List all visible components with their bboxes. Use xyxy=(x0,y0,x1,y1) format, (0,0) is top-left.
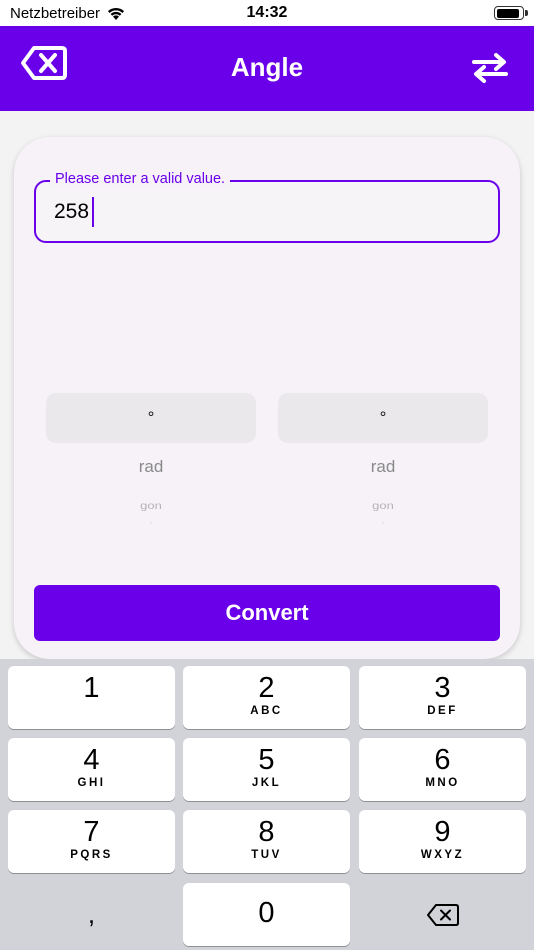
delete-key[interactable] xyxy=(359,883,526,946)
key-digit: 4 xyxy=(83,744,100,776)
key-digit: 8 xyxy=(258,816,275,848)
page-title: Angle xyxy=(230,52,304,82)
key-letters: TUV xyxy=(251,849,282,861)
key-digit: 3 xyxy=(434,672,451,704)
to-unit-option-rad[interactable]: rad xyxy=(278,457,488,477)
key-digit: 0 xyxy=(258,897,275,929)
to-unit-option-minute[interactable]: ' xyxy=(278,521,488,530)
key-digit: 2 xyxy=(258,672,275,704)
from-unit-selected[interactable]: ° xyxy=(46,393,256,443)
keyboard-delete-icon xyxy=(426,903,459,926)
swap-arrows-icon xyxy=(472,53,508,83)
battery-level xyxy=(496,8,520,18)
numeric-keyboard: 1 2 ABC 3 DEF 4 GHI 5 JKL 6 MNO 7 PQRS 8… xyxy=(0,659,534,950)
key-digit: 5 xyxy=(258,744,275,776)
key-letters: MNO xyxy=(425,777,460,789)
key-4[interactable]: 4 GHI xyxy=(8,738,175,801)
from-unit-option-minute[interactable]: ' xyxy=(46,521,256,530)
key-comma[interactable]: , xyxy=(8,883,175,946)
key-8[interactable]: 8 TUV xyxy=(183,810,350,873)
from-unit-option-rad[interactable]: rad xyxy=(46,457,256,477)
key-5[interactable]: 5 JKL xyxy=(183,738,350,801)
battery-icon xyxy=(494,6,528,20)
key-letters: DEF xyxy=(427,705,458,717)
convert-button[interactable]: Convert xyxy=(34,585,500,641)
value-input[interactable] xyxy=(54,200,474,224)
key-0[interactable]: 0 xyxy=(183,883,350,946)
app-bar: Angle xyxy=(0,26,534,111)
text-caret xyxy=(92,197,94,227)
key-6[interactable]: 6 MNO xyxy=(359,738,526,801)
key-letters: WXYZ xyxy=(420,849,465,861)
converter-card: Please enter a valid value. ° rad gon ' … xyxy=(14,137,520,659)
status-time: 14:32 xyxy=(246,4,288,21)
key-digit: 1 xyxy=(83,672,100,704)
key-digit: 6 xyxy=(434,744,451,776)
key-9[interactable]: 9 WXYZ xyxy=(359,810,526,873)
key-letters: PQRS xyxy=(70,849,113,861)
key-digit: 7 xyxy=(83,816,100,848)
to-unit-selected[interactable]: ° xyxy=(278,393,488,443)
to-unit-picker[interactable]: ° rad gon ' xyxy=(278,393,488,543)
swap-units-button[interactable] xyxy=(470,52,510,84)
to-unit-option-gon[interactable]: gon xyxy=(278,500,488,512)
key-3[interactable]: 3 DEF xyxy=(359,666,526,729)
key-letters: ABC xyxy=(250,705,283,717)
key-letters: JKL xyxy=(251,777,282,789)
key-1[interactable]: 1 xyxy=(8,666,175,729)
from-unit-option-gon[interactable]: gon xyxy=(46,500,256,512)
key-2[interactable]: 2 ABC xyxy=(183,666,350,729)
key-7[interactable]: 7 PQRS xyxy=(8,810,175,873)
status-bar: Netzbetreiber 14:32 xyxy=(0,0,534,26)
key-letters: GHI xyxy=(77,777,106,789)
value-field-label: Please enter a valid value. xyxy=(50,171,231,187)
from-unit-picker[interactable]: ° rad gon ' xyxy=(46,393,256,543)
value-field[interactable]: Please enter a valid value. xyxy=(34,171,500,243)
key-digit: 9 xyxy=(434,816,451,848)
